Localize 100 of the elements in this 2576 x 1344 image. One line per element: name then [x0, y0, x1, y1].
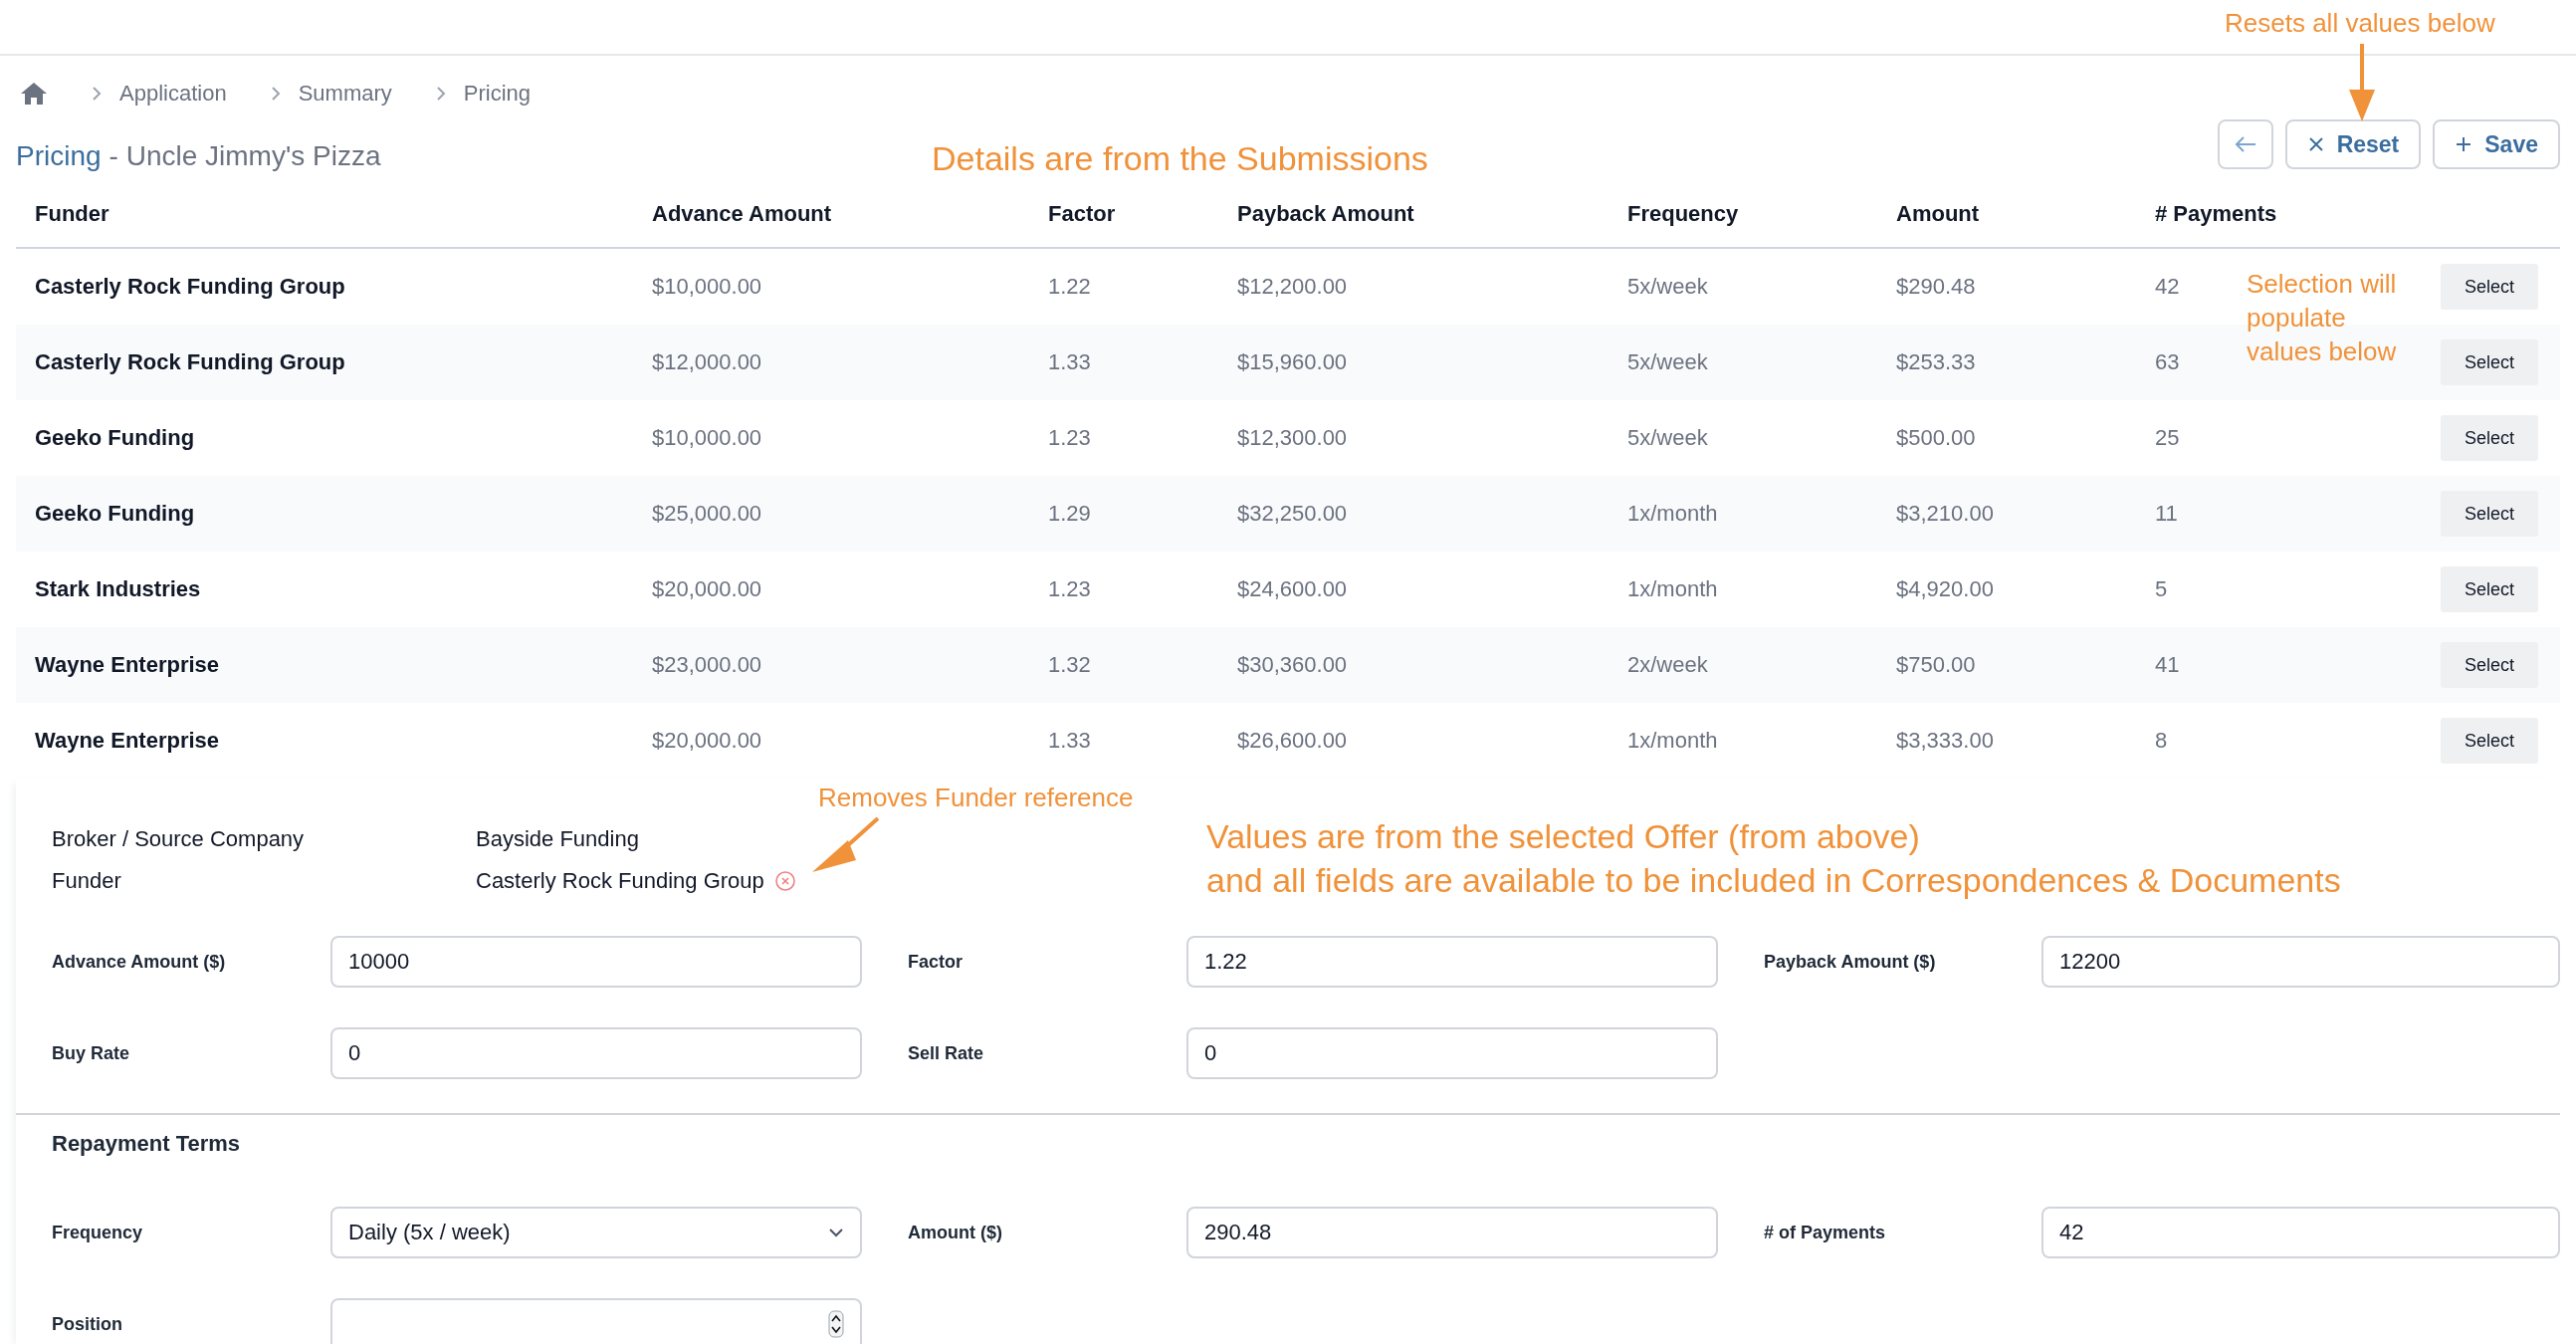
- page-subtitle: - Uncle Jimmy's Pizza: [108, 140, 381, 172]
- save-button[interactable]: Save: [2433, 119, 2560, 169]
- breadcrumb-link[interactable]: Pricing: [463, 81, 531, 107]
- table-cell: $32,250.00: [1237, 501, 1348, 527]
- table-cell: $23,000.00: [652, 652, 762, 678]
- table-cell: $12,200.00: [1237, 274, 1348, 300]
- input-field[interactable]: 0: [330, 1027, 862, 1079]
- table-cell: 1.29: [1048, 501, 1091, 527]
- table-cell: 5x/week: [1627, 349, 1708, 375]
- frequency-dropdown[interactable]: Daily (5x / week): [330, 1207, 862, 1258]
- close-icon: [2306, 135, 2325, 153]
- table-cell: $20,000.00: [652, 728, 762, 754]
- annotation-note: Selection will populate values below: [2247, 268, 2397, 368]
- annotation-note: Details are from the Submissions: [932, 139, 1428, 178]
- column-header: Frequency: [1627, 201, 1739, 227]
- table-cell: $10,000.00: [652, 274, 762, 300]
- field-label: Sell Rate: [908, 1042, 985, 1064]
- field-label: Amount ($): [908, 1222, 1003, 1243]
- select-button[interactable]: Select: [2441, 339, 2538, 385]
- chevron-right-icon: [270, 86, 281, 102]
- column-header: Amount: [1896, 201, 1980, 227]
- table-cell: 1.23: [1048, 576, 1091, 602]
- table-cell: 1x/month: [1627, 501, 1718, 527]
- input-field[interactable]: 42: [2041, 1207, 2560, 1258]
- input-field[interactable]: 1.22: [1186, 936, 1718, 988]
- table-cell: Stark Industries: [35, 576, 201, 602]
- table-cell: 1.33: [1048, 728, 1091, 754]
- table-cell: 1x/month: [1627, 728, 1718, 754]
- table-cell: $24,600.00: [1237, 576, 1348, 602]
- input-field[interactable]: [330, 1298, 862, 1344]
- table-cell: 63: [2155, 349, 2180, 375]
- table-cell: 25: [2155, 425, 2180, 451]
- table-cell: $20,000.00: [652, 576, 762, 602]
- column-header: Funder: [35, 201, 109, 227]
- field-label: Position: [52, 1313, 123, 1335]
- field-label: Frequency: [52, 1222, 144, 1243]
- column-header: Factor: [1048, 201, 1116, 227]
- arrow-left-icon: [2233, 135, 2257, 153]
- select-button[interactable]: Select: [2441, 642, 2538, 688]
- table-cell: Geeko Funding: [35, 425, 195, 451]
- input-field[interactable]: 12200: [2041, 936, 2560, 988]
- annotation-note: Removes Funder reference: [818, 783, 1134, 813]
- info-value: Bayside Funding: [476, 826, 639, 852]
- section-heading: Repayment Terms: [52, 1131, 242, 1157]
- table-cell: 42: [2155, 274, 2180, 300]
- table-cell: 1x/month: [1627, 576, 1718, 602]
- spinner-icon[interactable]: [828, 1310, 844, 1338]
- input-field[interactable]: 10000: [330, 936, 862, 988]
- breadcrumb-link[interactable]: Application: [119, 81, 227, 107]
- table-cell: 5: [2155, 576, 2168, 602]
- table-cell: 1.33: [1048, 349, 1091, 375]
- table-cell: Geeko Funding: [35, 501, 195, 527]
- remove-icon[interactable]: [773, 870, 796, 892]
- select-button[interactable]: Select: [2441, 415, 2538, 461]
- chevron-right-icon: [435, 86, 446, 102]
- field-label: Buy Rate: [52, 1042, 131, 1064]
- table-cell: $15,960.00: [1237, 349, 1348, 375]
- column-header: Advance Amount: [652, 201, 832, 227]
- table-cell: 1.32: [1048, 652, 1091, 678]
- home-icon[interactable]: [20, 82, 48, 106]
- table-cell: Casterly Rock Funding Group: [35, 274, 345, 300]
- table-cell: $30,360.00: [1237, 652, 1348, 678]
- table-cell: 41: [2155, 652, 2180, 678]
- annotation-note: Values are from the selected Offer (from above) and all fields are available to be included in Correspondences & Documents: [1206, 816, 2341, 901]
- select-button[interactable]: Select: [2441, 491, 2538, 537]
- table-cell: $500.00: [1896, 425, 1976, 451]
- input-field[interactable]: 0: [1186, 1027, 1718, 1079]
- table-cell: 11: [2155, 501, 2178, 527]
- table-cell: 2x/week: [1627, 652, 1708, 678]
- table-cell: $10,000.00: [652, 425, 762, 451]
- plus-icon: [2455, 135, 2473, 153]
- column-header: Payback Amount: [1237, 201, 1414, 227]
- table-cell: $290.48: [1896, 274, 1976, 300]
- back-button[interactable]: [2217, 119, 2273, 169]
- column-header: # Payments: [2155, 201, 2277, 227]
- input-field[interactable]: 290.48: [1186, 1207, 1718, 1258]
- table-cell: $3,210.00: [1896, 501, 1994, 527]
- select-button[interactable]: Select: [2441, 566, 2538, 612]
- table-cell: $26,600.00: [1237, 728, 1348, 754]
- field-label: Payback Amount ($): [1764, 951, 1937, 973]
- info-label: Broker / Source Company: [52, 826, 306, 852]
- field-label: # of Payments: [1764, 1222, 1887, 1243]
- table-cell: Wayne Enterprise: [35, 652, 220, 678]
- table-cell: $12,300.00: [1237, 425, 1348, 451]
- table-cell: $4,920.00: [1896, 576, 1994, 602]
- table-cell: $750.00: [1896, 652, 1976, 678]
- table-cell: $25,000.00: [652, 501, 762, 527]
- info-value: Casterly Rock Funding Group: [476, 868, 764, 894]
- table-cell: 5x/week: [1627, 274, 1708, 300]
- table-cell: $3,333.00: [1896, 728, 1994, 754]
- select-button[interactable]: Select: [2441, 264, 2538, 310]
- annotation-note: Resets all values below: [2225, 8, 2495, 39]
- table-cell: 5x/week: [1627, 425, 1708, 451]
- select-button[interactable]: Select: [2441, 718, 2538, 764]
- table-cell: Casterly Rock Funding Group: [35, 349, 345, 375]
- table-cell: 1.23: [1048, 425, 1091, 451]
- page-title: Pricing: [16, 140, 102, 172]
- field-label: Advance Amount ($): [52, 951, 227, 973]
- reset-button[interactable]: Reset: [2284, 119, 2422, 169]
- breadcrumb-link[interactable]: Summary: [298, 81, 392, 107]
